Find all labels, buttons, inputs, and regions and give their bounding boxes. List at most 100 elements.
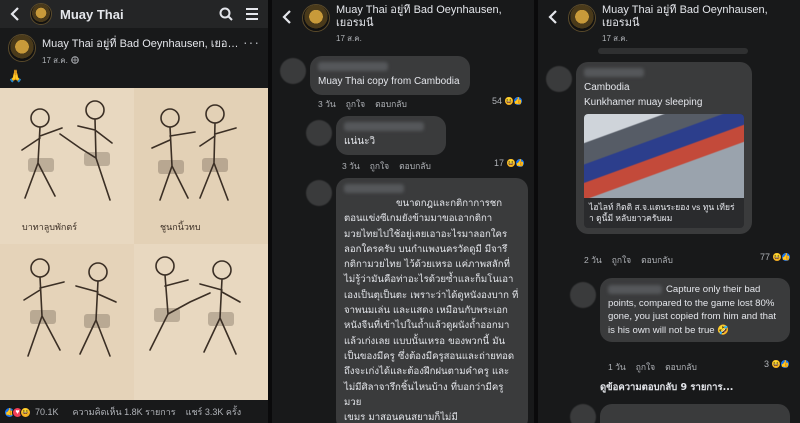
comment-reactions[interactable]: 77 😆 👍	[760, 252, 792, 262]
comment-time[interactable]: 2 วัน	[584, 253, 602, 267]
comment-bubble: แน่นะวิ	[336, 116, 446, 155]
comment-time[interactable]: 1 วัน	[608, 360, 626, 374]
comment-text: Muay Thai copy from Cambodia	[318, 76, 460, 87]
comment-bubble: Cambodia Kunkhamer muay sleeping ไฮไลท์ …	[576, 62, 752, 234]
comment-time[interactable]: 3 วัน	[318, 97, 336, 111]
blurred-commenter-name	[608, 284, 662, 294]
commenter-avatar[interactable]	[306, 120, 332, 146]
comment-bubble: Capture only their bad points, compared …	[600, 278, 790, 342]
globe-icon	[71, 55, 79, 66]
reaction-count: 54	[492, 96, 503, 106]
comment-line: ถึงจะเก่งได้และต้องฝึกฝนตามคำครู และ	[344, 366, 510, 378]
menu-icon[interactable]	[242, 4, 262, 24]
comments-panel-1: Muay Thai อยู่ที่ Bad Oeynhausen, เยอรมน…	[272, 0, 534, 423]
reply-button[interactable]: ตอบกลับ	[375, 97, 407, 111]
comment-line: เป็นของมีครู ซึ่งต้องมีครูสอนและถ่ายทอด	[344, 350, 515, 362]
panel-header: Muay Thai อยู่ที่ Bad Oeynhausen, เยอรมน…	[538, 0, 800, 44]
commenter-avatar[interactable]	[546, 66, 572, 92]
post-date: 17 ส.ค.	[602, 34, 628, 43]
commenter-avatar[interactable]	[570, 404, 596, 423]
blurred-commenter-name	[344, 184, 404, 193]
page-logo-icon[interactable]	[30, 3, 52, 25]
author-avatar[interactable]	[8, 34, 36, 62]
comment-line: มวยไทยไปใช้อยู่เลยเอาอะไรมาลอกใคร	[344, 228, 508, 240]
page-avatar[interactable]	[568, 4, 596, 32]
commenter-avatar[interactable]	[280, 58, 306, 84]
comment-meta: 2 วัน ถูกใจ ตอบกลับ	[584, 253, 673, 267]
muay-thai-illustration[interactable]: บาทาลูบพักตร์ ชูนกนิ้วทบ	[0, 88, 268, 400]
reaction-count[interactable]: 70.1K	[35, 407, 59, 417]
comment-reactions[interactable]: 17 😆 👍	[494, 158, 526, 168]
back-arrow-icon[interactable]	[544, 8, 562, 26]
comment-line: ตอนแข่งซีเกมยังข้ามมาขอเอากติกา	[344, 213, 493, 225]
like-button[interactable]: ถูกใจ	[636, 360, 655, 374]
long-comment-bubble: ขนาดกฎและกติกาการชก ตอนแข่งซีเกมยังข้ามม…	[336, 178, 528, 423]
comment-line: Cambodia	[584, 82, 630, 93]
like-icon: 👍	[513, 96, 524, 106]
comment-line: แล้วเก่งเลย แบบนั้นเหรอ ของพวกนี้ มัน	[344, 335, 506, 347]
like-button[interactable]: ถูกใจ	[346, 97, 365, 111]
reaction-icons[interactable]: 👍 ♥ 😆	[4, 406, 31, 418]
page-name[interactable]: Muay Thai อยู่ที่ Bad Oeynhausen, เยอรมน…	[602, 4, 794, 30]
comment-reactions[interactable]: 3 😆 👍	[764, 359, 791, 369]
commenter-avatar[interactable]	[570, 282, 596, 308]
back-arrow-icon[interactable]	[278, 8, 296, 26]
app-title: Muay Thai	[60, 6, 124, 22]
comment-line: ลอกใครครับ บนกำแพงนครวัดดูมี มีจารึ	[344, 243, 508, 255]
like-icon: 👍	[780, 359, 791, 369]
post-screenshot-panel: Muay Thai Muay Thai อยู่ที่ Bad Oeynhaus…	[0, 0, 268, 423]
comment-line: เขมร มาสอนคนสยามก็ไม่มี	[344, 412, 458, 423]
page-name[interactable]: Muay Thai อยู่ที่ Bad Oeynhausen, เยอรมน…	[336, 4, 528, 30]
reaction-count: 17	[494, 158, 505, 168]
comment-meta: 3 วัน ถูกใจ ตอบกลับ	[342, 159, 431, 173]
more-options-icon[interactable]: ···	[243, 34, 260, 50]
art-label-right: ชูนกนิ้วทบ	[160, 223, 201, 233]
post-stats-bar: 👍 ♥ 😆 70.1K ความคิดเห็น 1.8K รายการ แชร์…	[0, 401, 268, 423]
comment-meta: 3 วัน ถูกใจ ตอบกลับ	[318, 97, 407, 111]
reply-button[interactable]: ตอบกลับ	[399, 159, 431, 173]
comment-line: จาพนมเล่น และแสดง เหมือนกับพระเอก	[344, 305, 508, 317]
comment-line: ขนาดกฎและกติกาการชก	[396, 198, 503, 209]
comment-time[interactable]: 3 วัน	[342, 159, 360, 173]
commenter-avatar[interactable]	[306, 180, 332, 206]
comment-text: แน่นะวิ	[344, 136, 376, 147]
reply-button[interactable]: ตอบกลับ	[665, 360, 697, 374]
comment-meta: 1 วัน ถูกใจ ตอบกลับ	[608, 360, 697, 374]
blurred-commenter-name	[318, 62, 388, 71]
share-count[interactable]: แชร์ 3.3K ครั้ง	[186, 405, 242, 419]
view-more-replies-link[interactable]: ดูข้อความตอบกลับ 9 รายการ...	[600, 380, 733, 395]
comment-bubble: Muay Thai copy from Cambodia	[310, 56, 470, 95]
blurred-commenter-name	[344, 122, 424, 131]
back-arrow-icon[interactable]	[6, 5, 24, 23]
post-date: 17 ส.ค.	[336, 34, 362, 43]
search-icon[interactable]	[216, 4, 236, 24]
comment-line: หนังจีนที่เข้าไปในถ้ำแล้วดูผนังถ้ำออกมา	[344, 320, 510, 332]
post-header: Muay Thai อยู่ที่ Bad Oeynhausen, เยอรมน…	[0, 28, 268, 69]
like-button[interactable]: ถูกใจ	[370, 159, 389, 173]
video-caption: ไฮไลท์ กิตติ ส.จ.แดนระยอง vs ทูน เทียร่า…	[589, 202, 735, 223]
reply-button[interactable]: ตอบกลับ	[641, 253, 673, 267]
comment-line: Kunkhamer muay sleeping	[584, 97, 703, 108]
like-button[interactable]: ถูกใจ	[612, 253, 631, 267]
video-thumbnail[interactable]	[584, 114, 744, 198]
comment-reactions[interactable]: 54 😆 👍	[492, 96, 524, 106]
comment-line: ไม่มีศิลาจารึกชิ้นไหนบ้าง ที่บอกว่ามีครู…	[344, 381, 504, 408]
post-author[interactable]: Muay Thai อยู่ที่ Bad Oeynhausen, เยอรมน…	[42, 34, 239, 52]
page-avatar[interactable]	[302, 4, 330, 32]
next-comment-bubble	[600, 404, 790, 423]
comment-line: กติกามวยไทย ไว้ด้วยเหรอ แค่ภาพสลักที่	[344, 259, 510, 271]
blurred-previous-comment	[598, 48, 748, 54]
reaction-count: 3	[764, 359, 770, 369]
comment-line: เองเป็นตุเป็นตะ เพราะว่าได้ดูหนังองบาก ท…	[344, 289, 519, 301]
haha-icon: 😆	[20, 406, 31, 418]
like-icon: 👍	[515, 158, 526, 168]
art-label-left: บาทาลูบพักตร์	[22, 223, 78, 233]
panel-header: Muay Thai อยู่ที่ Bad Oeynhausen, เยอรมน…	[272, 0, 534, 44]
comments-panel-2: Muay Thai อยู่ที่ Bad Oeynhausen, เยอรมน…	[538, 0, 800, 423]
blurred-commenter-name	[584, 68, 644, 77]
reaction-count: 77	[760, 252, 771, 262]
shared-video-card[interactable]: ไฮไลท์ กิตติ ส.จ.แดนระยอง vs ทูน เทียร่า…	[584, 114, 744, 228]
post-caption: 🙏	[8, 69, 23, 83]
comment-count[interactable]: ความคิดเห็น 1.8K รายการ	[73, 405, 176, 419]
post-date[interactable]: 17 ส.ค.	[42, 54, 68, 67]
